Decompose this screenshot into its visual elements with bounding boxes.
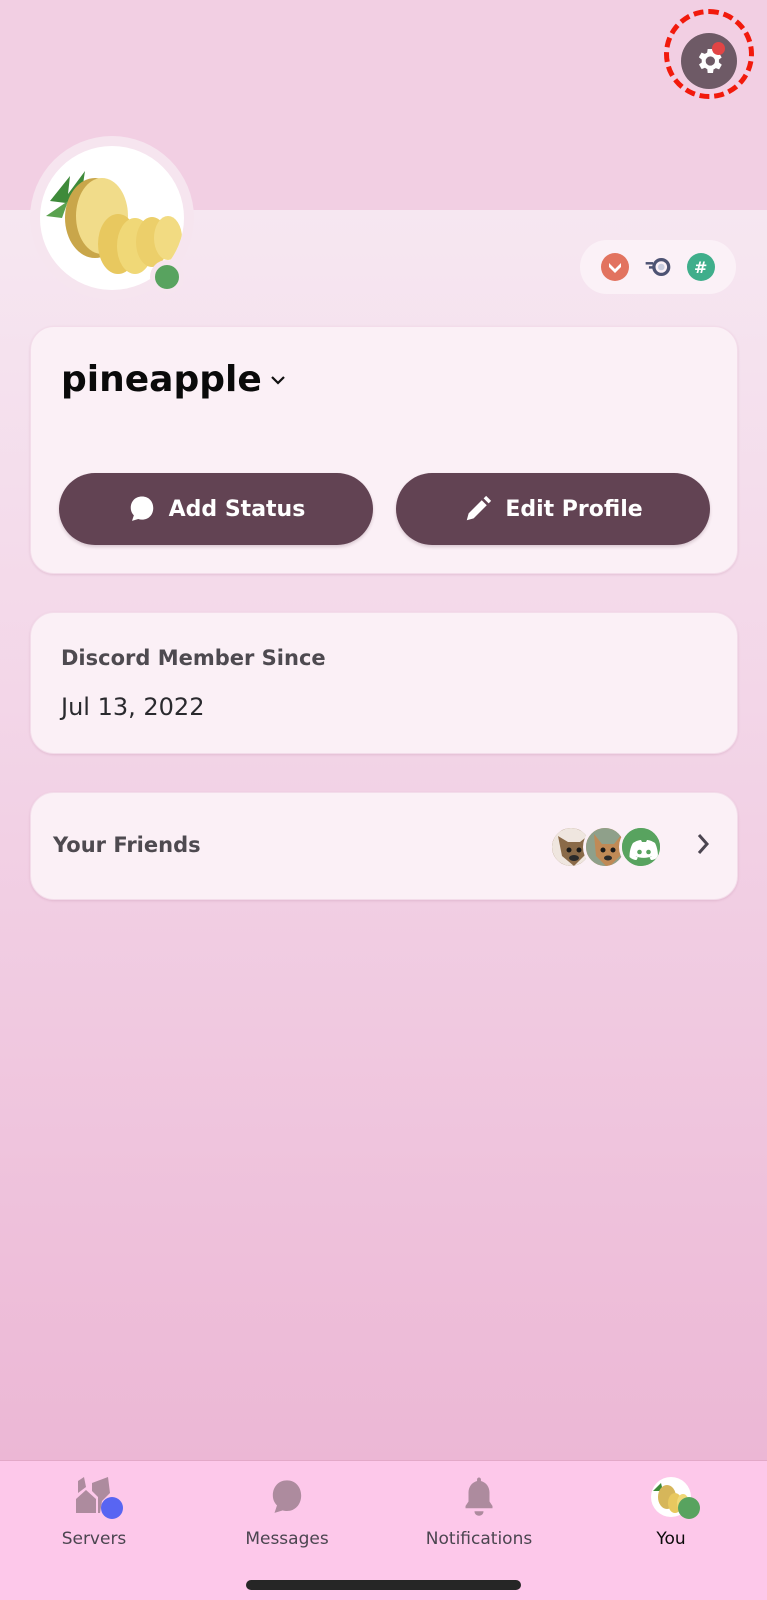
edit-profile-button[interactable]: Edit Profile — [396, 473, 710, 545]
you-online-indicator — [678, 1497, 700, 1519]
edit-profile-label: Edit Profile — [505, 496, 643, 522]
your-friends-label: Your Friends — [53, 833, 201, 857]
home-indicator[interactable] — [246, 1580, 521, 1590]
member-since-date: Jul 13, 2022 — [61, 693, 205, 721]
bell-icon — [465, 1477, 493, 1516]
speech-bubble-icon — [130, 496, 153, 521]
notification-dot — [712, 42, 725, 55]
settings-button[interactable] — [681, 33, 737, 89]
badges-container[interactable]: # — [580, 240, 736, 294]
member-since-card: Discord Member Since Jul 13, 2022 — [30, 612, 738, 754]
chevron-down-icon — [270, 375, 285, 385]
your-friends-card[interactable]: Your Friends — [30, 792, 738, 900]
nitro-speed-badge-icon[interactable] — [644, 253, 672, 281]
add-status-label: Add Status — [168, 496, 306, 522]
tab-servers-label: Servers — [61, 1529, 127, 1549]
tab-messages-label: Messages — [245, 1529, 329, 1549]
pencil-icon — [467, 495, 492, 521]
messages-icon — [272, 1480, 302, 1513]
servers-badge — [101, 1497, 123, 1519]
username: pineapple — [61, 359, 262, 400]
tab-messages[interactable]: Messages — [207, 1461, 367, 1561]
member-since-label: Discord Member Since — [61, 646, 326, 670]
username-switcher[interactable]: pineapple — [61, 359, 286, 400]
hashtag-badge-icon[interactable]: # — [686, 253, 715, 281]
tab-servers[interactable]: Servers — [14, 1461, 174, 1561]
tab-notifications-label: Notifications — [425, 1529, 533, 1549]
online-status-indicator — [150, 260, 184, 294]
hypesquad-badge-icon[interactable] — [601, 253, 630, 281]
add-status-button[interactable]: Add Status — [59, 473, 373, 545]
tab-you-label: You — [656, 1529, 686, 1549]
discord-default-avatar — [622, 828, 660, 866]
chevron-right-icon — [697, 834, 710, 854]
tab-you[interactable]: You — [591, 1461, 751, 1561]
friend-avatar — [619, 825, 663, 869]
profile-card: pineapple Add Status Edit Profile — [30, 326, 738, 574]
tab-notifications[interactable]: Notifications — [399, 1461, 559, 1561]
